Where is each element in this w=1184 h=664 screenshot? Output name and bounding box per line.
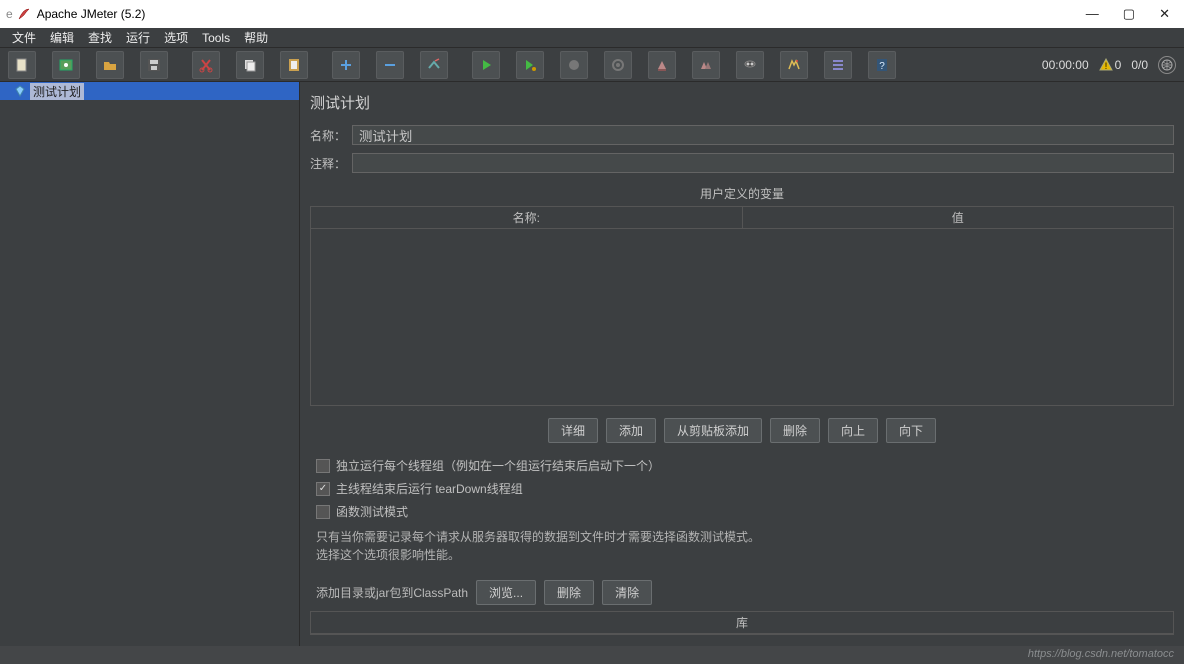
clear-icon[interactable] xyxy=(648,51,676,79)
menu-bar: 文件 编辑 查找 运行 选项 Tools 帮助 xyxy=(0,28,1184,48)
detail-button[interactable]: 详细 xyxy=(548,418,598,443)
menu-search[interactable]: 查找 xyxy=(82,28,118,47)
search-toolbar-icon[interactable] xyxy=(736,51,764,79)
up-button[interactable]: 向上 xyxy=(828,418,878,443)
close-button[interactable]: ✕ xyxy=(1159,6,1170,22)
menu-run[interactable]: 运行 xyxy=(120,28,156,47)
functional-label: 函数测试模式 xyxy=(336,503,408,520)
panel-title: 测试计划 xyxy=(300,84,1184,121)
testplan-icon xyxy=(14,85,26,97)
user-vars-body[interactable] xyxy=(311,229,1173,405)
note-line2: 选择这个选项很影响性能。 xyxy=(316,546,1168,564)
add-from-clipboard-button[interactable]: 从剪贴板添加 xyxy=(664,418,762,443)
watermark: https://blog.csdn.net/tomatocc xyxy=(0,646,1184,664)
play-icon[interactable] xyxy=(472,51,500,79)
function-helper-icon[interactable] xyxy=(780,51,808,79)
toolbar: ? 00:00:00 ! 0 0/0 xyxy=(0,48,1184,82)
serialize-label: 独立运行每个线程组（例如在一个组运行结束后启动下一个） xyxy=(336,457,660,474)
serialize-threadgroups-checkbox[interactable] xyxy=(316,459,330,473)
paste-icon[interactable] xyxy=(280,51,308,79)
shutdown-icon[interactable] xyxy=(604,51,632,79)
play-notimers-icon[interactable] xyxy=(516,51,544,79)
title-left-char: e xyxy=(6,7,13,21)
menu-file[interactable]: 文件 xyxy=(6,28,42,47)
comment-input[interactable] xyxy=(352,153,1174,173)
minus-icon[interactable] xyxy=(376,51,404,79)
toggle-icon[interactable] xyxy=(420,51,448,79)
content-panel: 测试计划 名称： 注释： 用户定义的变量 名称: 值 详细 添加 从剪贴板添加 … xyxy=(300,82,1184,646)
menu-help[interactable]: 帮助 xyxy=(238,28,274,47)
app-icon xyxy=(17,7,31,21)
down-button[interactable]: 向下 xyxy=(886,418,936,443)
open-icon[interactable] xyxy=(96,51,124,79)
library-col[interactable]: 库 xyxy=(311,612,1173,634)
test-tree[interactable]: 测试计划 xyxy=(0,82,300,646)
copy-icon[interactable] xyxy=(236,51,264,79)
title-bar: e Apache JMeter (5.2) — ▢ ✕ xyxy=(0,0,1184,28)
warning-indicator[interactable]: ! 0 xyxy=(1099,58,1122,72)
classpath-delete-button[interactable]: 删除 xyxy=(544,580,594,605)
menu-options[interactable]: 选项 xyxy=(158,28,194,47)
window-title: Apache JMeter (5.2) xyxy=(37,7,146,21)
name-label: 名称： xyxy=(310,127,346,144)
globe-icon[interactable] xyxy=(1158,56,1176,74)
add-button[interactable]: 添加 xyxy=(606,418,656,443)
library-table[interactable]: 库 xyxy=(310,611,1174,635)
delete-button[interactable]: 删除 xyxy=(770,418,820,443)
tree-root-node[interactable]: 测试计划 xyxy=(0,82,299,100)
new-file-icon[interactable] xyxy=(8,51,36,79)
cut-icon[interactable] xyxy=(192,51,220,79)
expand-icon[interactable] xyxy=(824,51,852,79)
plus-icon[interactable] xyxy=(332,51,360,79)
minimize-button[interactable]: — xyxy=(1086,6,1099,22)
menu-edit[interactable]: 编辑 xyxy=(44,28,80,47)
help-toolbar-icon[interactable]: ? xyxy=(868,51,896,79)
thread-count: 0/0 xyxy=(1131,58,1148,72)
tree-root-label: 测试计划 xyxy=(30,83,84,100)
maximize-button[interactable]: ▢ xyxy=(1123,6,1135,22)
classpath-clear-button[interactable]: 清除 xyxy=(602,580,652,605)
user-vars-title: 用户定义的变量 xyxy=(300,177,1184,204)
functional-mode-checkbox[interactable] xyxy=(316,505,330,519)
svg-text:?: ? xyxy=(879,61,885,72)
svg-text:!: ! xyxy=(1104,61,1107,71)
templates-icon[interactable] xyxy=(52,51,80,79)
teardown-label: 主线程结束后运行 tearDown线程组 xyxy=(336,480,523,497)
user-vars-table[interactable]: 名称: 值 xyxy=(310,206,1174,406)
teardown-checkbox[interactable]: ✓ xyxy=(316,482,330,496)
col-name[interactable]: 名称: xyxy=(311,207,743,228)
col-value[interactable]: 值 xyxy=(743,207,1174,228)
warn-count: 0 xyxy=(1115,58,1122,72)
name-input[interactable] xyxy=(352,125,1174,145)
clear-all-icon[interactable] xyxy=(692,51,720,79)
stop-icon[interactable] xyxy=(560,51,588,79)
comment-label: 注释： xyxy=(310,155,346,172)
note-line1: 只有当你需要记录每个请求从服务器取得的数据到文件时才需要选择函数测试模式。 xyxy=(316,528,1168,546)
browse-button[interactable]: 浏览... xyxy=(476,580,536,605)
save-icon[interactable] xyxy=(140,51,168,79)
classpath-label: 添加目录或jar包到ClassPath xyxy=(316,584,468,601)
menu-tools[interactable]: Tools xyxy=(196,30,236,46)
elapsed-time: 00:00:00 xyxy=(1042,58,1089,72)
